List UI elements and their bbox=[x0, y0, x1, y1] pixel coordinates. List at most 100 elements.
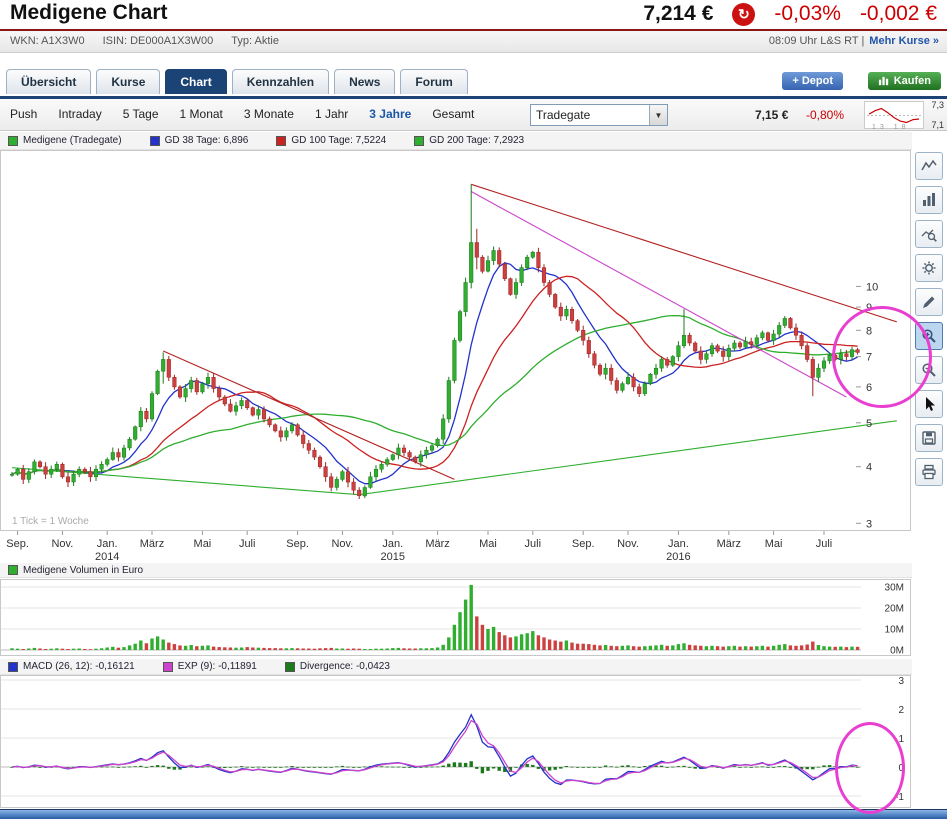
period-1-monat[interactable]: 1 Monat bbox=[180, 107, 223, 121]
wkn-label: WKN: A1X3W0 bbox=[10, 35, 85, 47]
series-color-swatch bbox=[276, 135, 287, 146]
chart-toolbar: Push Intraday 5 Tage 1 Monat 3 Monate 1 … bbox=[0, 99, 947, 131]
tick-interval-note: 1 Tick = 1 Woche bbox=[12, 516, 89, 527]
print-tool-button[interactable] bbox=[915, 458, 943, 486]
series-color-swatch bbox=[8, 135, 18, 146]
cursor-icon bbox=[926, 397, 935, 411]
typ-label: Typ: Aktie bbox=[231, 35, 279, 47]
main-price-chart[interactable]: 10 9 8 7 6 5 4 3 Sep. Nov. Jan. 2014 März Mai Juli Sep.… bbox=[0, 150, 912, 563]
legend-item: Medigene Volumen in Euro bbox=[8, 565, 143, 576]
zoom-in-icon bbox=[922, 329, 936, 343]
series-color-swatch bbox=[8, 565, 18, 575]
add-depot-button[interactable]: + Depot bbox=[782, 72, 843, 90]
tab-uebersicht[interactable]: Übersicht bbox=[6, 69, 92, 94]
svg-text:Jan.: Jan. bbox=[668, 538, 689, 550]
svg-text:März: März bbox=[425, 538, 449, 550]
tab-kennzahlen[interactable]: Kennzahlen bbox=[231, 69, 330, 94]
tab-forum[interactable]: Forum bbox=[400, 69, 468, 94]
select-dropdown-arrow-icon[interactable]: ▼ bbox=[649, 105, 667, 125]
svg-text:Sep.: Sep. bbox=[572, 538, 595, 550]
legend-item: Divergence: -0,0423 bbox=[284, 661, 390, 672]
more-quotes-link[interactable]: Mehr Kurse » bbox=[869, 35, 939, 47]
macd-chart-canvas[interactable]: 3 2 1 0 -1 bbox=[0, 675, 912, 808]
svg-text:Nov.: Nov. bbox=[331, 538, 353, 550]
period-gesamt[interactable]: Gesamt bbox=[432, 107, 474, 121]
macd-chart[interactable]: 3 2 1 0 -1 bbox=[0, 675, 912, 808]
legend-label: GD 38 Tage: 6,896 bbox=[164, 135, 249, 146]
bottom-bar bbox=[0, 809, 947, 819]
legend-label: Medigene Volumen in Euro bbox=[23, 564, 144, 576]
legend-item: GD 100 Tage: 7,5224 bbox=[276, 135, 386, 146]
svg-text:Jan.: Jan. bbox=[97, 538, 118, 550]
period-3-monate[interactable]: 3 Monate bbox=[244, 107, 294, 121]
gear-icon bbox=[922, 261, 936, 275]
candlestick-chart-canvas[interactable]: 109876543Sep. Nov. Jan.2014März Mai Juli Sep.… bbox=[0, 150, 912, 563]
period-push[interactable]: Push bbox=[10, 107, 37, 121]
svg-text:-1: -1 bbox=[895, 792, 904, 803]
medigene-chart-page: Medigene Chart 7,214 € ↻ -0,03% -0,002 €… bbox=[0, 0, 947, 819]
svg-text:0: 0 bbox=[898, 763, 904, 774]
cursor-tool-button[interactable] bbox=[915, 390, 943, 418]
mini-candles-icon bbox=[878, 76, 888, 85]
main-tabs: Übersicht Kurse Chart Kennzahlen News Fo… bbox=[6, 69, 468, 94]
legend-label: EXP (9): -0,11891 bbox=[177, 661, 257, 672]
svg-text:9: 9 bbox=[866, 302, 872, 314]
svg-text:Mai: Mai bbox=[765, 538, 783, 550]
tab-kurse[interactable]: Kurse bbox=[96, 69, 161, 94]
svg-text:5: 5 bbox=[866, 418, 872, 430]
legend-item: GD 38 Tage: 6,896 bbox=[149, 135, 249, 146]
svg-text:4: 4 bbox=[866, 462, 872, 474]
zoom-out-tool-button[interactable] bbox=[915, 356, 943, 384]
chart-type-tool-button[interactable] bbox=[915, 186, 943, 214]
legend-label: MACD (26, 12): -0,16121 bbox=[23, 661, 135, 672]
svg-text:8: 8 bbox=[866, 325, 872, 337]
series-color-swatch bbox=[149, 135, 160, 146]
tab-chart[interactable]: Chart bbox=[165, 69, 227, 94]
legend-label: Divergence: -0,0423 bbox=[299, 661, 390, 672]
svg-text:2016: 2016 bbox=[666, 551, 690, 562]
period-1-jahr[interactable]: 1 Jahr bbox=[315, 107, 348, 121]
quote-summary: 7,214 € ↻ -0,03% -0,002 € bbox=[643, 2, 937, 26]
svg-text:0M: 0M bbox=[890, 646, 904, 657]
legend-item: EXP (9): -0,11891 bbox=[162, 661, 257, 672]
series-color-swatch bbox=[162, 661, 173, 672]
chart-search-icon bbox=[921, 229, 937, 242]
header: Medigene Chart 7,214 € ↻ -0,03% -0,002 € bbox=[0, 0, 947, 28]
sparkline-low-label: 7,1 bbox=[931, 120, 944, 130]
pencil-icon bbox=[923, 296, 935, 308]
save-icon bbox=[922, 431, 936, 445]
legend-label: GD 200 Tage: 7,2923 bbox=[429, 135, 525, 146]
line-chart-icon bbox=[921, 159, 937, 171]
main-chart-legend: Medigene (Tradegate) GD 38 Tage: 6,896 G… bbox=[0, 132, 912, 150]
zoom-out-icon bbox=[922, 363, 936, 377]
printer-icon bbox=[922, 464, 936, 480]
save-tool-button[interactable] bbox=[915, 424, 943, 452]
exchange-select[interactable]: Tradegate ▼ bbox=[530, 104, 668, 126]
svg-text:Nov.: Nov. bbox=[51, 538, 73, 550]
indicators-tool-button[interactable] bbox=[915, 220, 943, 248]
line-style-tool-button[interactable] bbox=[915, 152, 943, 180]
series-color-swatch bbox=[8, 661, 18, 672]
period-3-jahre[interactable]: 3 Jahre bbox=[369, 107, 411, 121]
period-intraday[interactable]: Intraday bbox=[58, 107, 101, 121]
settings-tool-button[interactable] bbox=[915, 254, 943, 282]
time-label: 08:09 Uhr L&S RT | bbox=[768, 35, 865, 47]
svg-text:Juli: Juli bbox=[525, 538, 542, 550]
tab-news[interactable]: News bbox=[334, 69, 396, 94]
draw-tool-button[interactable] bbox=[915, 288, 943, 316]
svg-text:2: 2 bbox=[898, 705, 904, 716]
series-color-swatch bbox=[414, 135, 425, 146]
period-5-tage[interactable]: 5 Tage bbox=[123, 107, 159, 121]
volume-chart[interactable]: 30M 20M 10M 0M bbox=[0, 579, 912, 657]
svg-text:Nov.: Nov. bbox=[617, 538, 639, 550]
svg-text:Juli: Juli bbox=[239, 538, 256, 550]
volume-chart-canvas[interactable]: 30M 20M 10M 0M bbox=[0, 579, 912, 657]
quote-time: 08:09 Uhr L&S RT | Mehr Kurse » bbox=[769, 35, 939, 47]
macd-legend: MACD (26, 12): -0,16121 EXP (9): -0,1189… bbox=[0, 659, 912, 675]
change-percent: -0,03% bbox=[774, 2, 841, 25]
zoom-in-tool-button[interactable] bbox=[915, 322, 943, 350]
kaufen-button[interactable]: Kaufen bbox=[867, 72, 941, 90]
instrument-info-bar: WKN: A1X3W0 ISIN: DE000A1X3W00 Typ: Akti… bbox=[0, 29, 947, 53]
svg-text:Jan.: Jan. bbox=[382, 538, 403, 550]
mini-sparkline: 7,3 7,1 13 18 bbox=[864, 100, 944, 131]
